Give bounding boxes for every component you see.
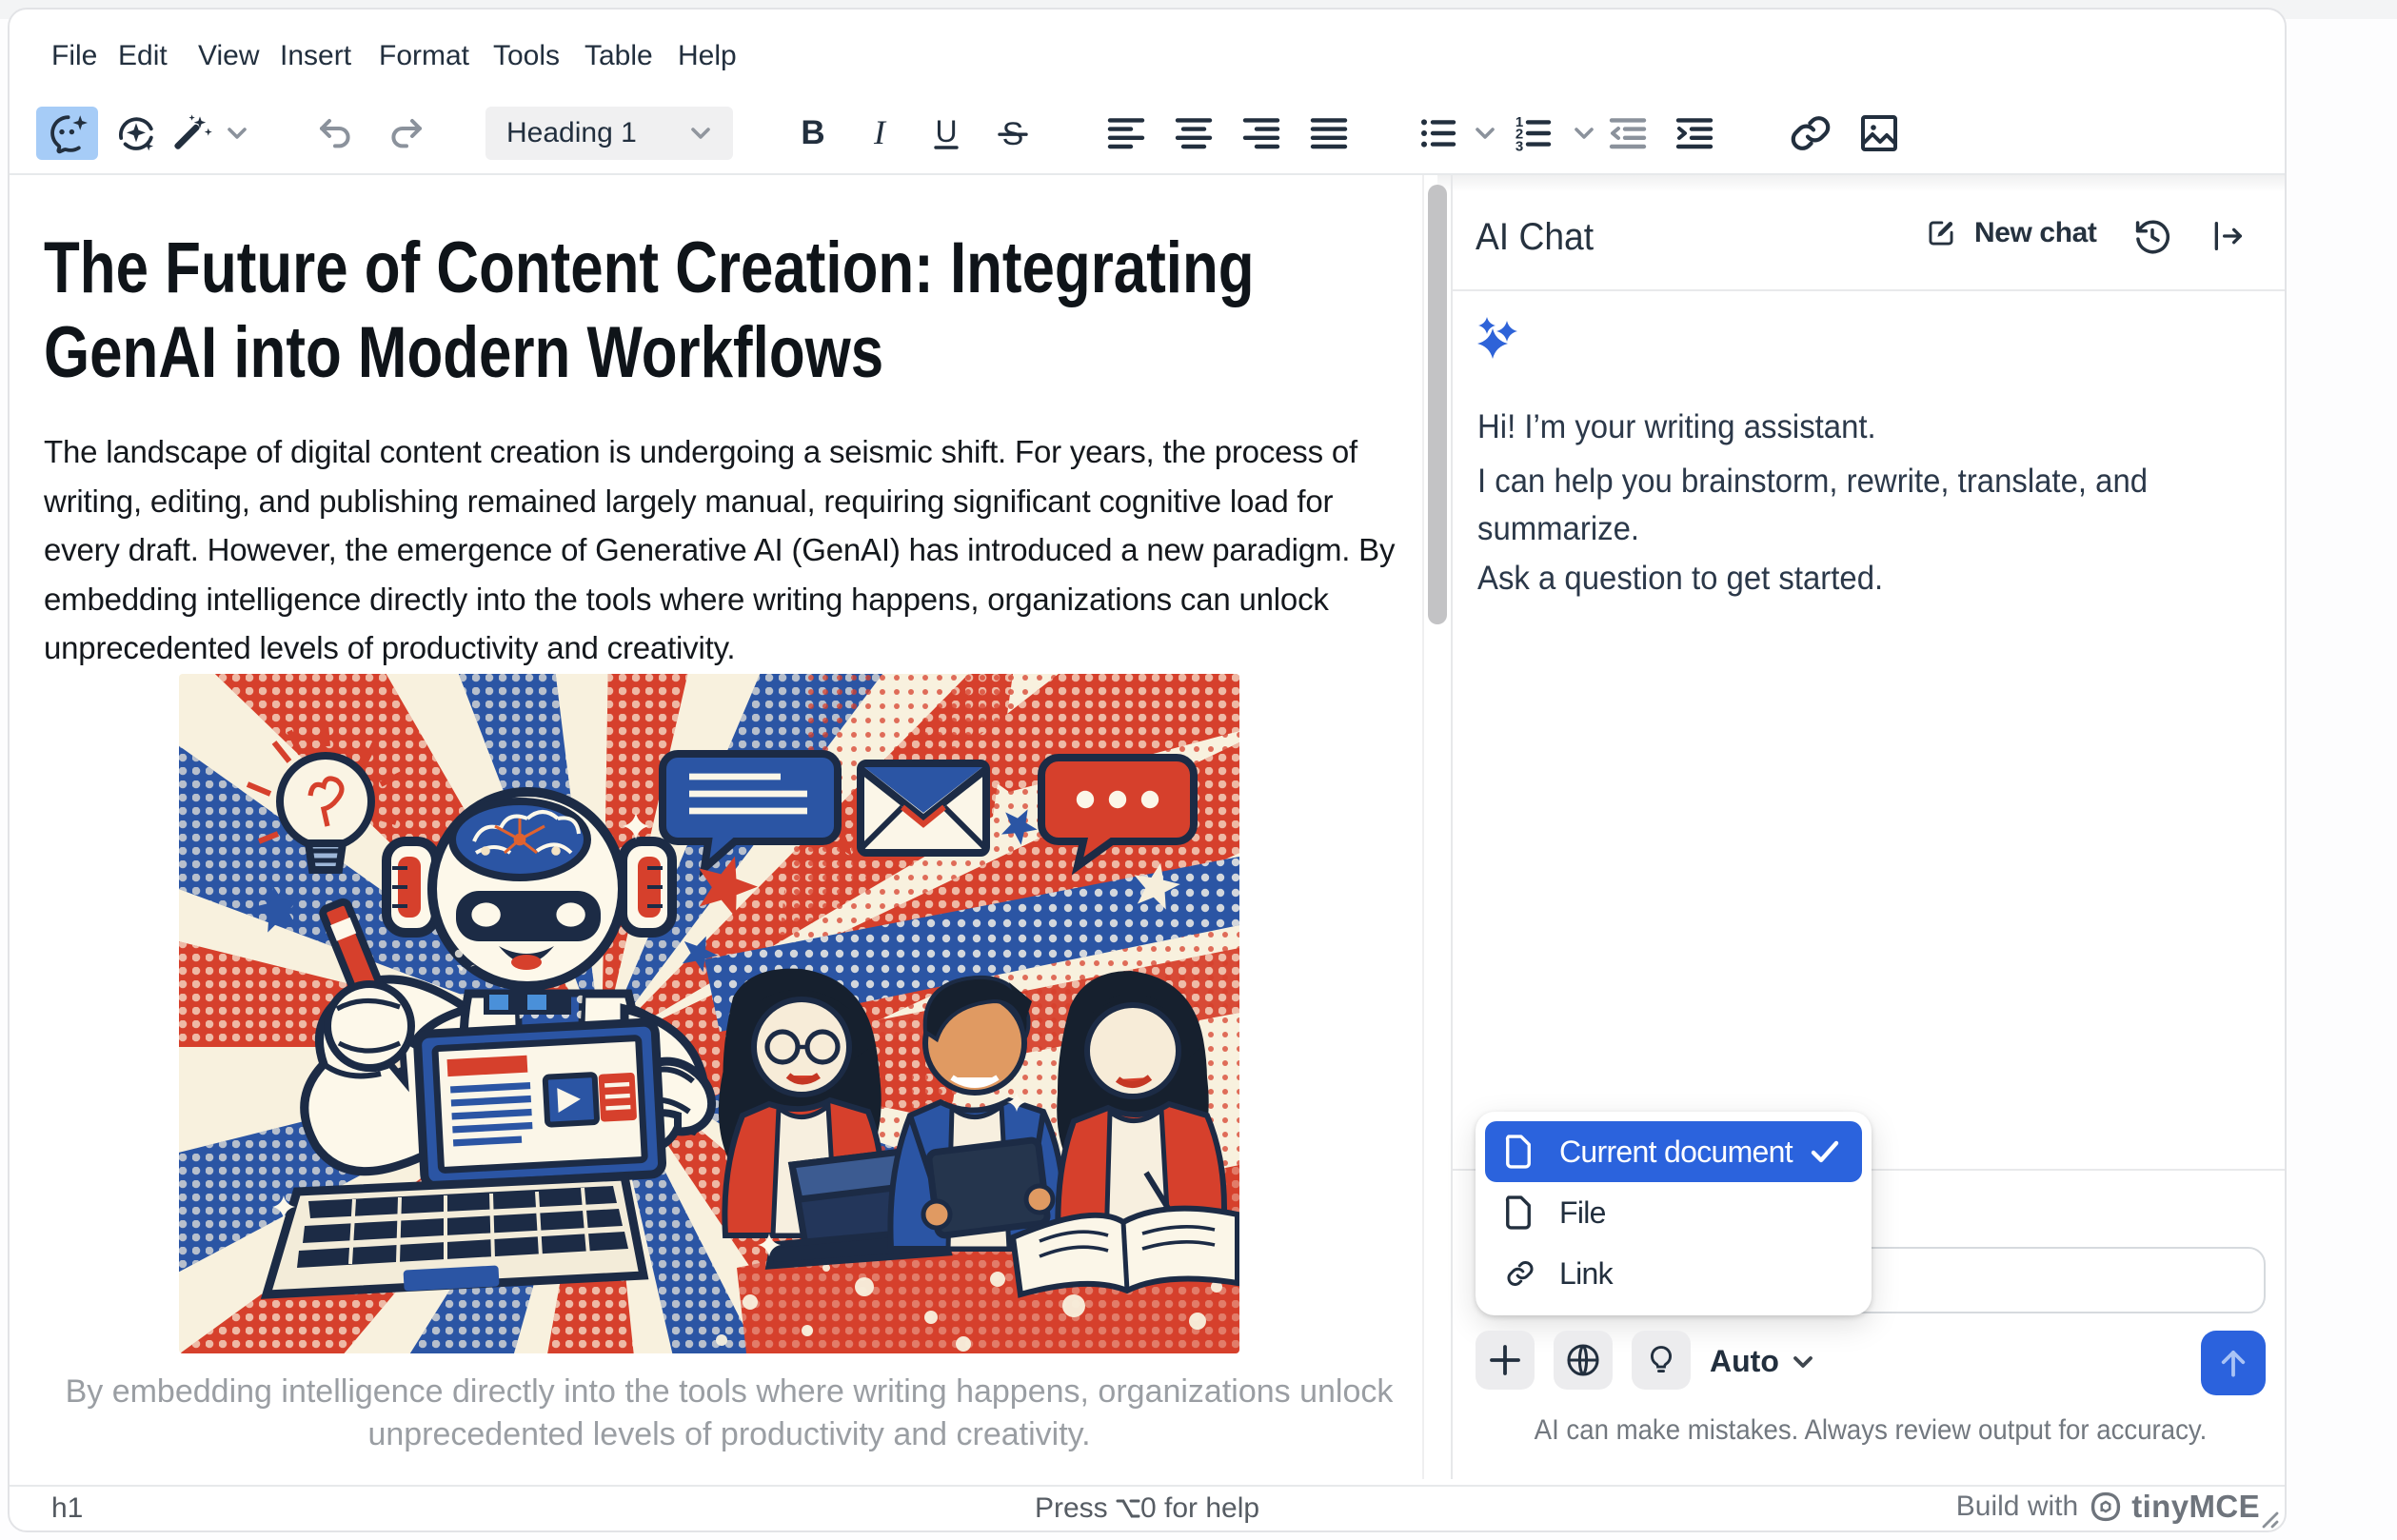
svg-text:I: I xyxy=(873,113,887,151)
svg-text:3: 3 xyxy=(1515,138,1523,154)
svg-text:U: U xyxy=(935,114,957,148)
svg-text:B: B xyxy=(801,114,824,151)
